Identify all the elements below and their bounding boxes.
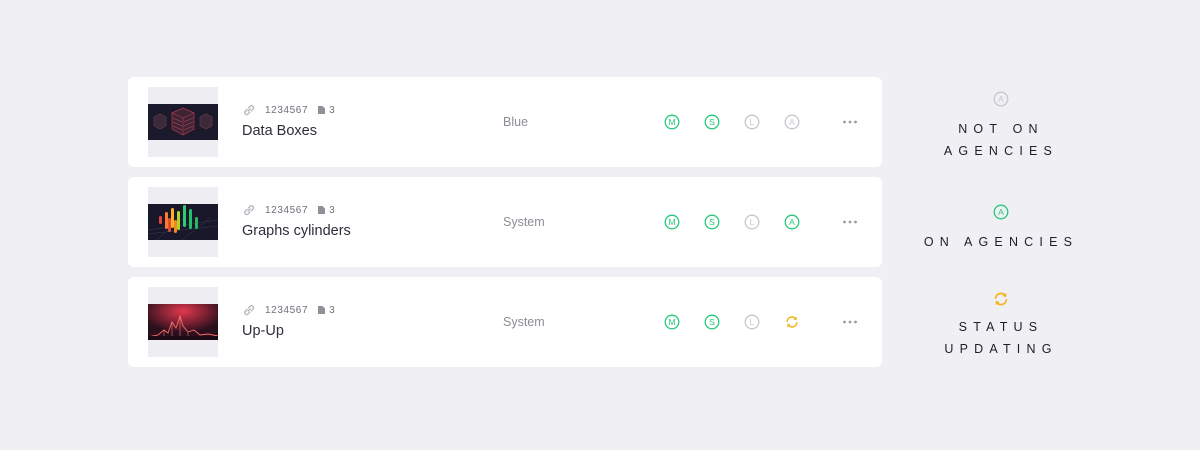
asset-id: 1234567 xyxy=(265,204,309,216)
m-status-label: M xyxy=(668,217,675,227)
asset-meta: 1234567 3 xyxy=(242,303,335,317)
legend-icon-letter: A xyxy=(998,207,1004,217)
asset-list-page: 1234567 3 Data Boxes Blue M S L A 123456… xyxy=(0,0,1200,450)
asset-category: System xyxy=(503,315,545,329)
legend-status-updating: Status updating xyxy=(916,290,1086,360)
file-count: 3 xyxy=(329,304,336,316)
l-status-label: L xyxy=(750,317,755,327)
legend-on-agencies: A On agencies xyxy=(916,204,1086,253)
up-up-thumbnail xyxy=(148,287,218,357)
s-status-icon[interactable]: S xyxy=(704,314,720,330)
l-status-label: L xyxy=(750,217,755,227)
asset-category: System xyxy=(503,215,545,229)
a-circle-green-icon: A xyxy=(993,204,1009,220)
a-status-icon[interactable]: A xyxy=(784,114,800,130)
data-boxes-thumbnail xyxy=(148,87,218,157)
a-status-label: A xyxy=(789,217,795,227)
file-icon xyxy=(318,206,326,214)
asset-meta: 1234567 3 xyxy=(242,203,335,217)
more-options-button[interactable] xyxy=(839,214,861,230)
legend-line: On agencies xyxy=(923,235,1079,249)
s-status-icon[interactable]: S xyxy=(704,114,720,130)
legend-line: Not on xyxy=(958,122,1044,136)
s-status-icon[interactable]: S xyxy=(704,214,720,230)
m-status-icon[interactable]: M xyxy=(664,114,680,130)
asset-id: 1234567 xyxy=(265,104,309,116)
a-circle-gray-icon: A xyxy=(993,91,1009,107)
a-status-icon[interactable]: A xyxy=(784,214,800,230)
legend-not-on-agencies: A Not on agencies xyxy=(916,91,1086,162)
graphs-cylinders-thumbnail xyxy=(148,187,218,257)
legend-label: On agencies xyxy=(916,231,1086,253)
m-status-icon[interactable]: M xyxy=(664,214,680,230)
asset-title[interactable]: Up-Up xyxy=(242,323,284,339)
a-status-label: A xyxy=(789,117,795,127)
file-icon xyxy=(318,306,326,314)
asset-meta: 1234567 3 xyxy=(242,103,335,117)
s-status-label: S xyxy=(709,217,715,227)
legend-line: updating xyxy=(944,342,1058,356)
link-icon xyxy=(244,205,255,216)
asset-id: 1234567 xyxy=(265,304,309,316)
m-status-icon[interactable]: M xyxy=(664,314,680,330)
asset-row-up-up[interactable]: 1234567 3 Up-Up System M S L xyxy=(128,277,882,367)
asset-row-data-boxes[interactable]: 1234567 3 Data Boxes Blue M S L A xyxy=(128,77,882,167)
link-icon xyxy=(244,105,255,116)
ellipsis-icon xyxy=(843,320,857,324)
file-count: 3 xyxy=(329,104,336,116)
ellipsis-icon xyxy=(843,220,857,224)
legend-icon-letter: A xyxy=(998,94,1004,104)
m-status-label: M xyxy=(668,117,675,127)
file-count: 3 xyxy=(329,204,336,216)
m-status-label: M xyxy=(668,317,675,327)
file-icon xyxy=(318,106,326,114)
legend-line: Status xyxy=(958,320,1044,334)
asset-title[interactable]: Data Boxes xyxy=(242,123,317,139)
sync-arrows-icon xyxy=(994,292,1008,306)
s-status-label: S xyxy=(709,317,715,327)
asset-category: Blue xyxy=(503,115,529,129)
sync-arrows-icon[interactable] xyxy=(784,314,800,330)
l-status-icon[interactable]: L xyxy=(744,114,760,130)
legend-line: agencies xyxy=(943,144,1059,158)
legend-label: Status updating xyxy=(916,316,1086,360)
more-options-button[interactable] xyxy=(839,314,861,330)
s-status-label: S xyxy=(709,117,715,127)
more-options-button[interactable] xyxy=(839,114,861,130)
asset-row-graphs-cylinders[interactable]: 1234567 3 Graphs cylinders System M S L … xyxy=(128,177,882,267)
asset-title[interactable]: Graphs cylinders xyxy=(242,223,351,239)
legend-label: Not on agencies xyxy=(916,118,1086,162)
l-status-icon[interactable]: L xyxy=(744,214,760,230)
ellipsis-icon xyxy=(843,120,857,124)
l-status-icon[interactable]: L xyxy=(744,314,760,330)
link-icon xyxy=(244,305,255,316)
l-status-label: L xyxy=(750,117,755,127)
